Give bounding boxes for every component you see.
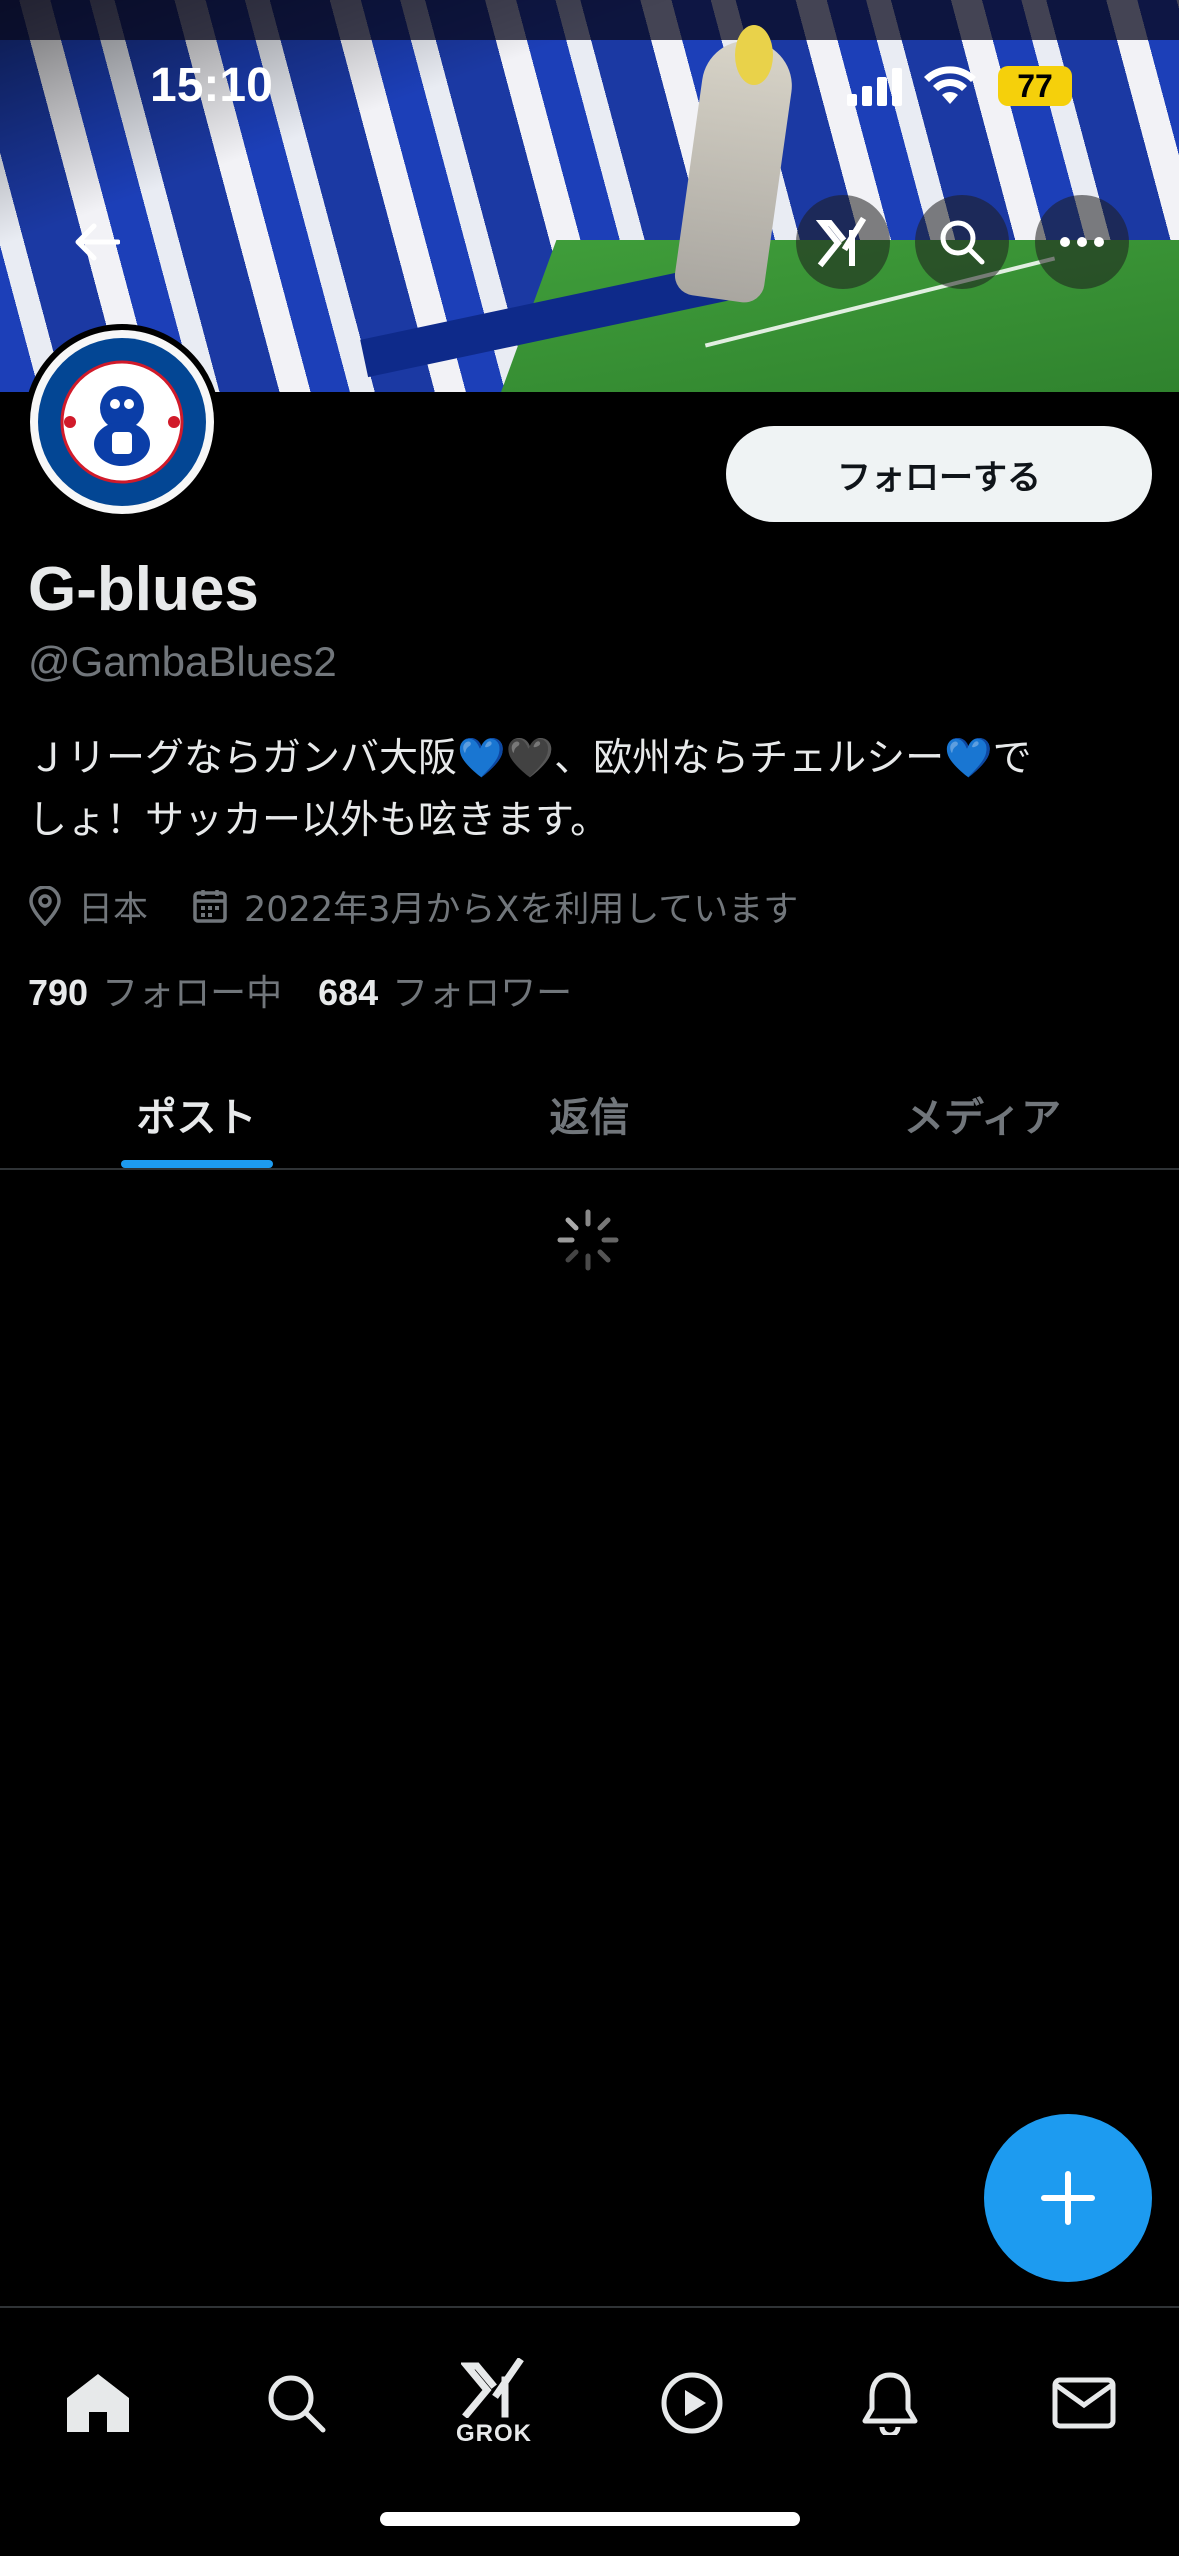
search-button[interactable] [915, 195, 1009, 289]
grok-icon [461, 2358, 524, 2418]
nav-explore[interactable] [236, 2348, 356, 2458]
profile-bio: Ｊリーグならガンバ大阪💙🖤、欧州ならチェルシー💙で しょ！サッカー以外も呟きます… [28, 728, 1158, 852]
status-time: 15:10 [150, 59, 273, 112]
followers-count[interactable]: 684 [318, 972, 378, 1014]
nav-grok[interactable]: GROK [434, 2348, 554, 2458]
profile-tabs: ポスト 返信 メディア [0, 1060, 1179, 1170]
plus-icon [1041, 2171, 1095, 2225]
compose-post-button[interactable] [984, 2114, 1152, 2282]
avatar-image [30, 330, 214, 514]
avatar[interactable] [24, 324, 220, 520]
chelsea-crest-logo [38, 338, 206, 506]
joined-text: 2022年3月からXを利用しています [244, 889, 799, 930]
tab-media-label: メディア [903, 1095, 1062, 1141]
nav-video[interactable] [632, 2348, 752, 2458]
joined-item: 2022年3月からXを利用しています [192, 881, 798, 932]
mail-icon [1052, 2377, 1116, 2429]
following-label[interactable]: フォロー中 [102, 964, 282, 1016]
back-button[interactable] [50, 195, 144, 289]
profile-meta: 日本 2022年3月からXを利用しています [28, 880, 798, 932]
home-icon [67, 2374, 129, 2432]
nav-grok-label: GROK [456, 2420, 532, 2447]
location-text: 日本 [78, 889, 149, 930]
search-icon [268, 2375, 326, 2433]
banner-crowd-shadow [0, 0, 1179, 40]
battery-indicator: 77 [998, 66, 1072, 106]
bio-line-2: しょ！サッカー以外も呟きます。 [28, 798, 610, 843]
followers-label[interactable]: フォロワー [392, 964, 572, 1016]
active-tab-indicator [120, 1160, 273, 1168]
follow-button[interactable]: フォローする [726, 426, 1152, 522]
banner-balloon-face [735, 25, 773, 85]
signal-icon [847, 68, 902, 106]
nav-notifications[interactable] [830, 2348, 950, 2458]
bio-line-1: Ｊリーグならガンバ大阪💙🖤、欧州ならチェルシー💙で [28, 736, 1032, 781]
location-icon [29, 886, 61, 926]
more-button[interactable] [1035, 195, 1129, 289]
location-item: 日本 [28, 881, 148, 932]
tab-posts[interactable]: ポスト [0, 1060, 393, 1168]
tab-posts-label: ポスト [136, 1095, 257, 1141]
play-icon [661, 2372, 723, 2434]
profile-name: G-blues [28, 555, 259, 624]
profile-handle: @GambaBlues2 [28, 638, 337, 685]
following-count[interactable]: 790 [28, 972, 88, 1014]
home-indicator [380, 2512, 800, 2526]
back-arrow-icon [75, 223, 120, 261]
nav-home[interactable] [38, 2348, 158, 2458]
wifi-icon [924, 66, 976, 104]
loading-spinner-icon [557, 1209, 619, 1271]
bell-icon [862, 2372, 918, 2435]
search-icon [940, 220, 985, 265]
tab-replies-label: 返信 [549, 1095, 630, 1141]
tab-replies[interactable]: 返信 [393, 1060, 786, 1168]
tab-media[interactable]: メディア [786, 1060, 1179, 1168]
more-icon [1060, 237, 1104, 247]
calendar-icon [193, 890, 227, 923]
nav-messages[interactable] [1024, 2348, 1144, 2458]
follow-stats: 790 フォロー中 684 フォロワー [28, 964, 608, 1016]
grok-button[interactable] [796, 195, 890, 289]
grok-icon [816, 216, 867, 268]
